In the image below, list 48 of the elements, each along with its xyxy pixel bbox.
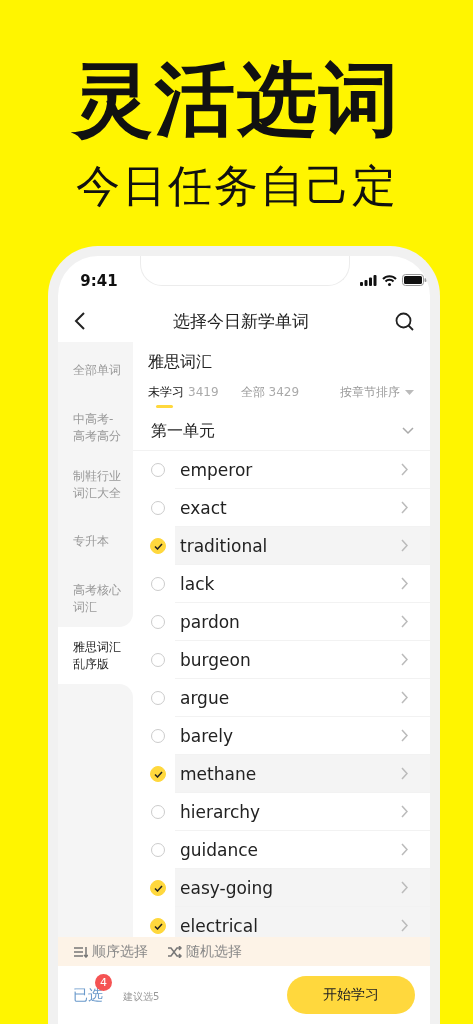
list-sort-icon (74, 945, 88, 958)
word-row[interactable]: hierarchy (175, 793, 430, 831)
page-title: 选择今日新学单词 (172, 309, 309, 333)
word-row[interactable]: traditional (175, 527, 430, 565)
chevron-icon (401, 691, 408, 704)
chevron-icon (401, 843, 408, 856)
chevron-icon (401, 881, 408, 894)
word-row[interactable]: lack (175, 565, 430, 603)
list-title: 雅思词汇 (148, 352, 213, 372)
filter-tab[interactable]: 未学习 3419 (148, 384, 219, 408)
chevron-icon (401, 919, 408, 932)
start-button[interactable]: 开始学习 (287, 976, 415, 1014)
chevron-icon (401, 501, 408, 514)
dropdown-icon (405, 390, 414, 395)
word-row[interactable]: easy-going (175, 869, 430, 907)
signal-icon (360, 274, 377, 286)
unit-header[interactable]: 第一单元 (133, 412, 430, 451)
status-time: 9:41 (79, 272, 119, 290)
checkmark-icon (153, 542, 163, 550)
word-checkbox[interactable] (150, 880, 166, 896)
chevron-icon (401, 805, 408, 818)
checkmark-icon (153, 770, 163, 778)
chevron-icon (401, 653, 408, 666)
word-row[interactable]: electrical (175, 907, 430, 937)
chevron-icon (401, 577, 408, 590)
checkmark-icon (153, 922, 163, 930)
word-row[interactable]: methane (175, 755, 430, 793)
word-row[interactable]: argue (175, 679, 430, 717)
word-checkbox[interactable] (150, 538, 166, 554)
battery-icon (402, 274, 427, 286)
chevron-icon (401, 539, 408, 552)
search-icon[interactable] (395, 311, 414, 331)
chevron-icon (401, 767, 408, 780)
word-row[interactable]: pardon (175, 603, 430, 641)
chevron-icon (401, 463, 408, 476)
subtitle: 今日任务自己定 (75, 160, 398, 212)
chevron-icon (401, 615, 408, 628)
back-icon[interactable] (74, 312, 86, 330)
chevron-icon (401, 729, 408, 742)
word-checkbox[interactable] (150, 918, 166, 934)
hint-text: 建议选5 (123, 990, 160, 1004)
headline: 灵活选词 (72, 54, 401, 146)
checkmark-icon (153, 884, 163, 892)
wifi-icon (382, 274, 397, 286)
word-row[interactable]: emperor (175, 451, 430, 489)
word-checkbox[interactable] (150, 766, 166, 782)
word-row[interactable]: burgeon (175, 641, 430, 679)
shuffle-icon (168, 945, 182, 958)
